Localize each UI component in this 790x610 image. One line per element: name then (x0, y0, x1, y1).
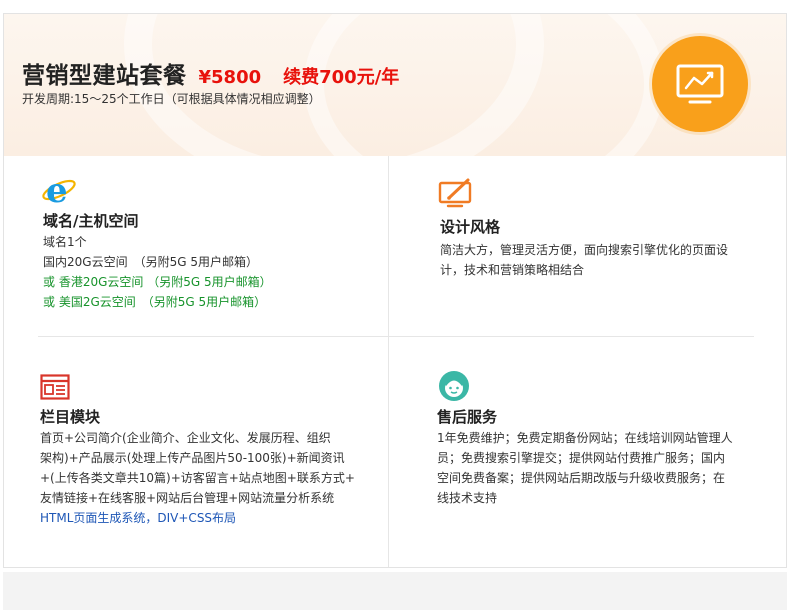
section-service: 售后服务 1年免费维护；免费定期备份网站；在线培训网站管理人 员；免费搜索引擎提… (435, 369, 775, 539)
section-body: 1年免费维护；免费定期备份网站；在线培训网站管理人 员；免费搜索引擎提交；提供网… (437, 428, 733, 508)
section-design: 设计风格 简洁大方，管理灵活方便，面向搜索引擎优化的页面设 计，技术和营销策略相… (438, 178, 768, 318)
list-item: +(上传各类文章共10篇)+访客留言+站点地图+联系方式+ (40, 471, 355, 485)
list-item: 域名1个 (43, 235, 87, 249)
list-item: 国内20G云空间 （另附5G 5用户邮箱） (43, 255, 258, 269)
section-body: 简洁大方，管理灵活方便，面向搜索引擎优化的页面设 计，技术和营销策略相结合 (440, 240, 728, 280)
list-item: 员；免费搜索引擎提交；提供网站付费推广服务；国内 (437, 451, 726, 465)
footer-bar (3, 572, 787, 610)
renewal-price: 续费700元/年 (283, 67, 400, 88)
section-body: 首页+公司简介(企业简介、企业文化、发展历程、组织 架构)+产品展示(处理上传产… (40, 428, 355, 528)
section-domain: e 域名/主机空间 域名1个 国内20G云空间 （另附5G 5用户邮箱） 或 香… (41, 172, 381, 332)
package-title: 营销型建站套餐 (22, 63, 187, 89)
list-item: 空间免费备案；提供网站后期改版与升级收费服务；在 (437, 471, 726, 485)
list-item: 或 香港20G云空间 （另附5G 5用户邮箱） (43, 275, 272, 289)
package-price: ¥5800 (198, 67, 262, 88)
list-item: 1年免费维护；免费定期备份网站；在线培训网站管理人 (437, 431, 733, 445)
grid-divider-horizontal (38, 336, 754, 337)
package-badge (652, 36, 748, 132)
chart-monitor-icon (676, 64, 724, 104)
package-header: 营销型建站套餐 ¥5800 续费700元/年 开发周期:15～25个工作日（可根… (4, 14, 786, 156)
list-item: 友情链接+在线客服+网站后台管理+网站流量分析系统 (40, 491, 335, 505)
section-title: 售后服务 (437, 408, 498, 426)
list-item: 架构)+产品展示(处理上传产品图片50-100张)+新闻资讯 (40, 451, 345, 465)
list-item: 线技术支持 (437, 491, 498, 505)
package-card: 营销型建站套餐 ¥5800 续费700元/年 开发周期:15～25个工作日（可根… (3, 13, 787, 568)
list-item: 首页+公司简介(企业简介、企业文化、发展历程、组织 (40, 431, 331, 445)
list-item: 计，技术和营销策略相结合 (440, 263, 585, 277)
list-item: 简洁大方，管理灵活方便，面向搜索引擎优化的页面设 (440, 243, 729, 257)
ie-browser-icon: e (42, 172, 76, 206)
section-title: 设计风格 (440, 218, 501, 236)
section-body: 域名1个 国内20G云空间 （另附5G 5用户邮箱） 或 香港20G云空间 （另… (43, 232, 272, 312)
section-title: 栏目模块 (40, 408, 101, 426)
customer-service-icon (439, 371, 469, 401)
title-row: 营销型建站套餐 ¥5800 续费700元/年 (22, 56, 399, 90)
section-title: 域名/主机空间 (43, 212, 139, 230)
development-period: 开发周期:15～25个工作日（可根据具体情况相应调整） (22, 92, 321, 106)
list-item: 或 美国2G云空间 （另附5G 5用户邮箱） (43, 295, 267, 309)
grid-divider-vertical (388, 156, 389, 567)
section-modules: 栏目模块 首页+公司简介(企业简介、企业文化、发展历程、组织 架构)+产品展示(… (38, 374, 383, 544)
svg-text:e: e (46, 172, 68, 206)
list-item: HTML页面生成系统，DIV+CSS布局 (40, 511, 237, 525)
browser-window-icon (40, 374, 70, 400)
design-pen-icon (438, 178, 472, 208)
